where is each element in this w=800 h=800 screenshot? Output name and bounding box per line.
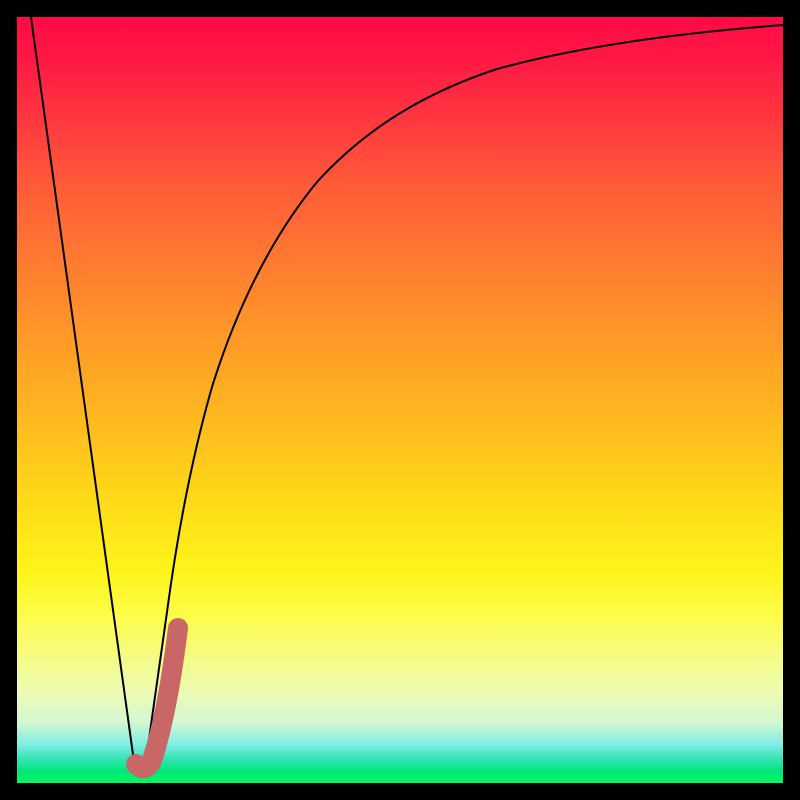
watermark-text: TheBottleneck.com [632, 0, 800, 5]
chart-overlay [17, 17, 783, 783]
chart-frame [17, 17, 783, 783]
chart-highlight-stroke [136, 628, 178, 768]
chart-right-curve [145, 25, 783, 769]
chart-left-slope [31, 17, 135, 769]
